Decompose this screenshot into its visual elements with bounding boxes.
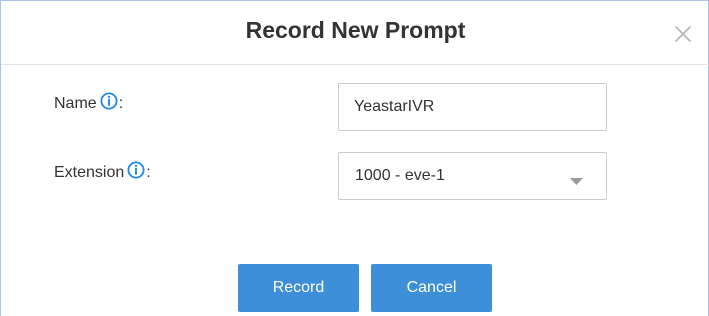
extension-select[interactable]: 1000 - eve-1: [338, 152, 607, 200]
record-prompt-dialog: Record New Prompt Name : Extension: [0, 0, 709, 316]
name-input[interactable]: [338, 83, 607, 131]
header-divider: [1, 64, 709, 65]
extension-label: Extension: [54, 164, 125, 181]
name-label-suffix: :: [118, 95, 124, 112]
name-label: Name: [54, 95, 97, 112]
record-button[interactable]: Record: [238, 264, 359, 312]
info-icon[interactable]: [127, 161, 145, 179]
info-icon[interactable]: [100, 92, 118, 110]
extension-label-row: Extension :: [54, 161, 151, 182]
extension-label-suffix: :: [146, 164, 151, 181]
caret-down-icon: [570, 173, 583, 185]
close-icon[interactable]: [672, 23, 694, 45]
dialog-title: Record New Prompt: [245, 17, 466, 43]
cancel-button[interactable]: Cancel: [371, 264, 492, 312]
extension-selected-value: 1000 - eve-1: [355, 167, 445, 184]
name-label-row: Name :: [54, 92, 124, 113]
